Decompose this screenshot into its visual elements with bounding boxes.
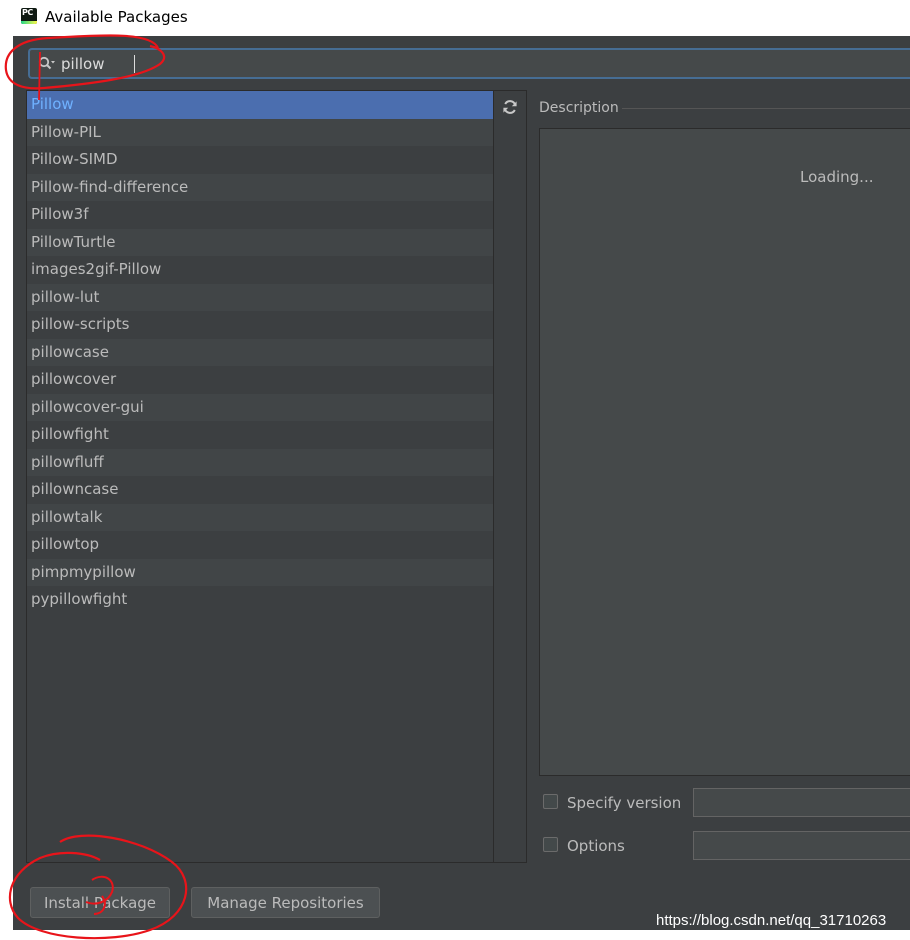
description-panel <box>539 128 910 776</box>
search-bar[interactable] <box>28 48 910 79</box>
package-list-item[interactable]: pillowfluff <box>27 448 493 476</box>
package-list-item[interactable]: Pillow <box>27 91 493 119</box>
package-list-item[interactable]: Pillow3f <box>27 201 493 229</box>
package-list-item[interactable]: pillow-scripts <box>27 311 493 339</box>
description-divider <box>622 108 910 109</box>
package-list-item[interactable]: pillowncase <box>27 476 493 504</box>
version-field[interactable] <box>693 788 910 817</box>
text-caret <box>134 55 135 73</box>
package-list-item[interactable]: pillowcase <box>27 338 493 366</box>
options-checkbox[interactable] <box>543 837 558 852</box>
package-list-item[interactable]: pillowcover <box>27 366 493 394</box>
package-list-item[interactable]: pimpmypillow <box>27 558 493 586</box>
watermark-text: https://blog.csdn.net/qq_31710263 <box>656 912 887 929</box>
package-list-item[interactable]: pillow-lut <box>27 283 493 311</box>
package-list-item[interactable]: PillowTurtle <box>27 228 493 256</box>
package-list-item[interactable]: pypillowfight <box>27 586 493 614</box>
search-icon[interactable] <box>38 56 56 72</box>
package-list-item[interactable]: pillowcover-gui <box>27 393 493 421</box>
pycharm-logo-icon: PC <box>21 8 37 24</box>
app-icon-text: PC <box>22 8 33 17</box>
list-toolbar <box>494 90 527 863</box>
manage-repositories-button[interactable]: Manage Repositories <box>191 887 380 918</box>
specify-version-label: Specify version <box>567 794 682 812</box>
package-list-item[interactable]: Pillow-SIMD <box>27 146 493 174</box>
options-label: Options <box>567 837 625 855</box>
loading-text: Loading... <box>800 168 874 186</box>
window-title: Available Packages <box>45 8 188 26</box>
refresh-icon[interactable] <box>502 99 518 115</box>
package-list-item[interactable]: Pillow-PIL <box>27 118 493 146</box>
options-field[interactable] <box>693 831 910 860</box>
package-list-item[interactable]: pillowtop <box>27 531 493 559</box>
search-input[interactable] <box>61 53 661 75</box>
install-package-button[interactable]: Install Package <box>30 887 170 918</box>
specify-version-checkbox[interactable] <box>543 794 558 809</box>
package-list-item[interactable]: pillowfight <box>27 421 493 449</box>
package-list-item[interactable]: Pillow-find-difference <box>27 173 493 201</box>
description-label: Description <box>539 100 619 116</box>
package-list[interactable]: Pillow Pillow-PIL Pillow-SIMD Pillow-find-d… <box>26 90 494 863</box>
package-list-item[interactable]: images2gif-Pillow <box>27 256 493 284</box>
title-bar: PC Available Packages <box>0 0 910 36</box>
package-list-item[interactable]: pillowtalk <box>27 503 493 531</box>
